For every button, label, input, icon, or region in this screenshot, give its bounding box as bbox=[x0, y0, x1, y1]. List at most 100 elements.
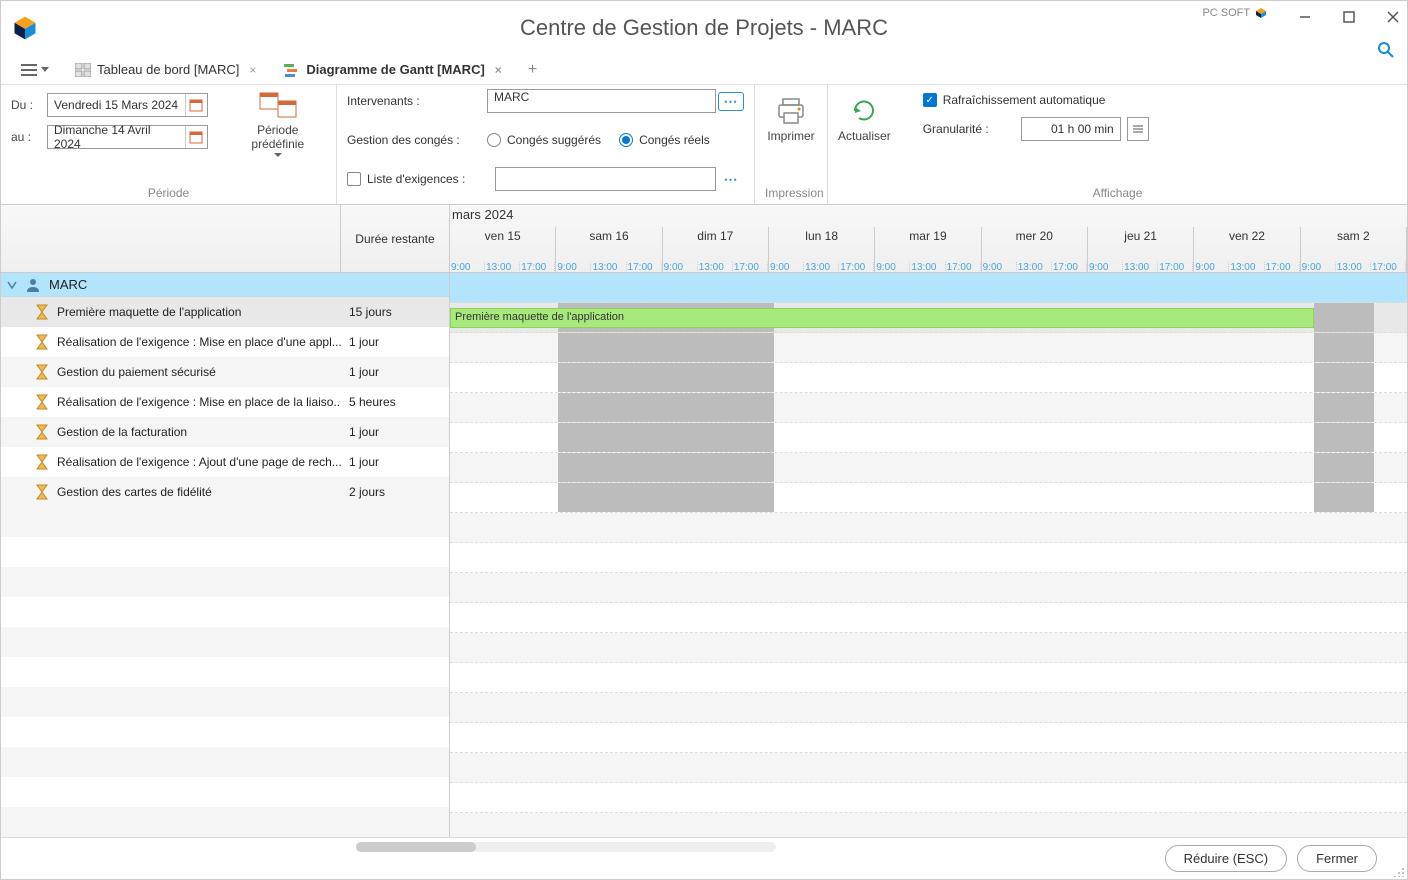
hour-label: 13:00 bbox=[1123, 262, 1158, 272]
close-footer-button[interactable]: Fermer bbox=[1297, 845, 1377, 872]
refresh-icon bbox=[849, 97, 879, 125]
timeline-row bbox=[450, 423, 1407, 453]
tab-label: Diagramme de Gantt [MARC] bbox=[306, 62, 484, 77]
radio-conges-real[interactable]: Congés réels bbox=[619, 133, 710, 147]
horizontal-scrollbar[interactable] bbox=[356, 842, 776, 852]
task-row[interactable]: Réalisation de l'exigence : Ajout d'une … bbox=[1, 447, 449, 477]
chevron-down-icon bbox=[7, 280, 17, 290]
task-duration: 1 jour bbox=[341, 425, 449, 439]
to-label: au : bbox=[11, 130, 39, 144]
hour-label: 9:00 bbox=[450, 262, 485, 272]
gantt-header: Durée restante mars 2024 ven 159:0013:00… bbox=[1, 205, 1407, 273]
hour-label: 9:00 bbox=[769, 262, 804, 272]
intervenants-input[interactable]: MARC bbox=[487, 89, 716, 113]
gantt-area: Durée restante mars 2024 ven 159:0013:00… bbox=[1, 205, 1407, 837]
timeline-body[interactable]: Première maquette de l'application bbox=[450, 273, 1407, 837]
intervenants-more-button[interactable]: ⋯ bbox=[718, 92, 744, 111]
tab-label: Tableau de bord [MARC] bbox=[97, 62, 239, 77]
day-header: lun 189:0013:0017:00 bbox=[769, 227, 875, 272]
empty-row bbox=[1, 597, 449, 627]
to-date-input[interactable]: Dimanche 14 Avril 2024 bbox=[47, 125, 208, 149]
hour-label: 17:00 bbox=[1371, 262, 1406, 272]
list-icon bbox=[21, 63, 37, 77]
timeline-header[interactable]: mars 2024 ven 159:0013:0017:00sam 169:00… bbox=[450, 205, 1407, 272]
empty-row bbox=[1, 747, 449, 777]
gantt-icon bbox=[284, 63, 300, 77]
exigences-checkbox[interactable] bbox=[347, 172, 361, 186]
resize-grip-icon[interactable] bbox=[1393, 865, 1405, 877]
hour-label: 9:00 bbox=[1194, 262, 1229, 272]
hour-label: 17:00 bbox=[627, 262, 662, 272]
timeline-row bbox=[450, 813, 1407, 837]
task-row[interactable]: Gestion des cartes de fidélité2 jours bbox=[1, 477, 449, 507]
timeline-row bbox=[450, 633, 1407, 663]
gantt-bar[interactable]: Première maquette de l'application bbox=[450, 308, 1314, 328]
ribbon-group-period: Du : Vendredi 15 Mars 2024 au : Dimanche… bbox=[1, 85, 337, 204]
task-row[interactable]: Réalisation de l'exigence : Mise en plac… bbox=[1, 327, 449, 357]
empty-row bbox=[1, 657, 449, 687]
ribbon-group-filters: Intervenants : MARC ⋯ Gestion des congés… bbox=[337, 85, 755, 204]
calendar-range-icon bbox=[258, 89, 298, 121]
titlebar: Centre de Gestion de Projets - MARC PC S… bbox=[1, 1, 1407, 55]
empty-row bbox=[1, 567, 449, 597]
maximize-button[interactable] bbox=[1339, 7, 1359, 27]
task-duration: 1 jour bbox=[341, 455, 449, 469]
timeline-row bbox=[450, 603, 1407, 633]
intervenants-label: Intervenants : bbox=[347, 94, 487, 108]
col-header-duration[interactable]: Durée restante bbox=[341, 205, 450, 272]
granularity-label: Granularité : bbox=[923, 122, 989, 136]
refresh-button[interactable]: Actualiser bbox=[838, 89, 891, 182]
task-row[interactable]: Gestion de la facturation1 jour bbox=[1, 417, 449, 447]
timeline-row: Première maquette de l'application bbox=[450, 303, 1407, 333]
timeline-row bbox=[450, 543, 1407, 573]
hour-label: 17:00 bbox=[1052, 262, 1087, 272]
printer-icon bbox=[775, 97, 807, 125]
ribbon-group-label: Affichage bbox=[838, 182, 1397, 202]
tab-bar: Tableau de bord [MARC] × Diagramme de Ga… bbox=[1, 55, 1407, 85]
exigences-input[interactable] bbox=[495, 167, 716, 191]
exigences-more-button[interactable]: ⋯ bbox=[718, 171, 744, 188]
task-name: Réalisation de l'exigence : Mise en plac… bbox=[1, 394, 341, 410]
ribbon-group-label: Période bbox=[11, 182, 326, 202]
conges-label: Gestion des congés : bbox=[347, 133, 487, 147]
timeline-row bbox=[450, 783, 1407, 813]
menu-button[interactable] bbox=[13, 61, 57, 79]
footer: Réduire (ESC) Fermer bbox=[1, 837, 1407, 879]
from-date-input[interactable]: Vendredi 15 Mars 2024 bbox=[47, 93, 208, 117]
task-row[interactable]: Réalisation de l'exigence : Mise en plac… bbox=[1, 387, 449, 417]
auto-refresh-checkbox[interactable]: ✓ bbox=[923, 93, 937, 107]
close-button[interactable] bbox=[1383, 7, 1403, 27]
calendar-icon[interactable] bbox=[185, 94, 207, 116]
hour-label: 17:00 bbox=[733, 262, 768, 272]
print-button[interactable]: Imprimer bbox=[767, 89, 814, 182]
person-icon bbox=[25, 277, 41, 293]
day-header: ven 229:0013:0017:00 bbox=[1194, 227, 1300, 272]
day-header: mer 209:0013:0017:00 bbox=[982, 227, 1088, 272]
tab-dashboard[interactable]: Tableau de bord [MARC] × bbox=[69, 58, 266, 81]
day-header: dim 179:0013:0017:00 bbox=[663, 227, 769, 272]
month-label: mars 2024 bbox=[452, 207, 513, 222]
tab-close-icon[interactable]: × bbox=[491, 63, 506, 77]
radio-conges-suggested[interactable]: Congés suggérés bbox=[487, 133, 601, 147]
period-preset-button[interactable]: Période prédéfinie bbox=[230, 89, 326, 182]
task-row[interactable]: Première maquette de l'application15 jou… bbox=[1, 297, 449, 327]
col-header-name[interactable] bbox=[1, 205, 341, 272]
calendar-icon[interactable] bbox=[185, 126, 207, 148]
search-icon[interactable] bbox=[1377, 41, 1395, 59]
window-title: Centre de Gestion de Projets - MARC bbox=[1, 15, 1407, 41]
group-row[interactable]: MARC bbox=[1, 273, 449, 297]
day-header: jeu 219:0013:0017:00 bbox=[1088, 227, 1194, 272]
day-header: sam 29:0013:0017:00 bbox=[1301, 227, 1407, 272]
add-tab-button[interactable]: + bbox=[522, 61, 543, 79]
task-row[interactable]: Gestion du paiement sécurisé1 jour bbox=[1, 357, 449, 387]
tab-gantt[interactable]: Diagramme de Gantt [MARC] × bbox=[278, 58, 511, 81]
reduce-button[interactable]: Réduire (ESC) bbox=[1165, 845, 1288, 872]
hour-label: 13:00 bbox=[485, 262, 520, 272]
granularity-menu-button[interactable] bbox=[1127, 117, 1149, 141]
tab-close-icon[interactable]: × bbox=[245, 63, 260, 77]
empty-row bbox=[1, 537, 449, 567]
empty-row bbox=[1, 507, 449, 537]
granularity-input[interactable]: 01 h 00 min bbox=[1021, 117, 1121, 141]
ribbon-group-display: Actualiser ✓ Rafraîchissement automatiqu… bbox=[828, 85, 1407, 204]
minimize-button[interactable] bbox=[1295, 7, 1315, 27]
